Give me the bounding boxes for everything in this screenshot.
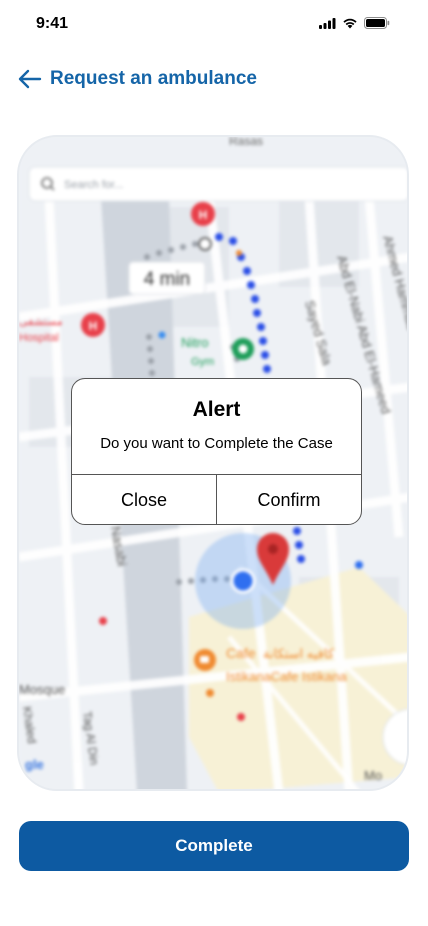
hospital-pin-top[interactable]: H xyxy=(191,202,215,226)
wifi-icon xyxy=(343,18,357,29)
poi-dot-blue xyxy=(355,561,363,569)
place-label-gym: Gym xyxy=(191,356,214,368)
alert-dialog: Alert Do you want to Complete the Case C… xyxy=(71,378,362,525)
poi-dot xyxy=(158,331,166,339)
user-location-marker xyxy=(230,568,256,594)
map-search-bar[interactable]: Search for... xyxy=(28,166,409,202)
signal-icon xyxy=(319,17,336,29)
google-logo: gle xyxy=(25,757,44,772)
close-button[interactable]: Close xyxy=(72,475,216,524)
place-label-mosque: Mosque xyxy=(19,682,65,697)
route-waypoint xyxy=(236,250,242,256)
cafe-pin[interactable] xyxy=(194,649,216,671)
complete-button[interactable]: Complete xyxy=(19,821,409,871)
svg-text:H: H xyxy=(199,208,208,222)
place-label-nitro: Nitro xyxy=(181,335,208,350)
svg-text:H: H xyxy=(89,319,98,333)
street-label-rasas: Rasas xyxy=(229,137,263,148)
status-time: 9:41 xyxy=(36,15,69,32)
alert-title: Alert xyxy=(192,398,241,421)
place-label-cafe-ar: كافيه استكانة xyxy=(263,646,335,661)
map-search-placeholder: Search for... xyxy=(64,179,123,191)
hospital-pin-left[interactable]: H xyxy=(81,313,105,337)
header: Request an ambulance xyxy=(16,62,412,96)
street-label-mo: Mo xyxy=(364,768,382,783)
gym-pin[interactable] xyxy=(232,338,254,360)
eta-label: 4 min xyxy=(144,269,190,290)
route-start-marker xyxy=(198,237,212,251)
place-label-cafe: Cafe xyxy=(226,645,256,661)
status-bar: 9:41 xyxy=(0,0,428,50)
battery-icon xyxy=(364,17,390,29)
confirm-button[interactable]: Confirm xyxy=(216,475,361,524)
status-icons xyxy=(319,17,390,29)
poi-dot-red xyxy=(99,617,107,625)
hospital-label-ar: مستشفى xyxy=(19,316,63,328)
poi-dot-red-2 xyxy=(237,713,245,721)
place-label-cafe-istikana: IstikanaCafe Istikana xyxy=(226,669,347,684)
alert-actions: Close Confirm xyxy=(72,474,361,524)
eta-bubble: 4 min xyxy=(128,261,206,295)
alert-message: Do you want to Complete the Case xyxy=(100,435,333,452)
page-title: Request an ambulance xyxy=(50,68,257,89)
back-button[interactable] xyxy=(16,65,44,93)
hospital-label: Hospital xyxy=(19,332,59,344)
arrow-left-icon[interactable] xyxy=(18,69,42,89)
poi-dot-orange xyxy=(206,689,214,697)
